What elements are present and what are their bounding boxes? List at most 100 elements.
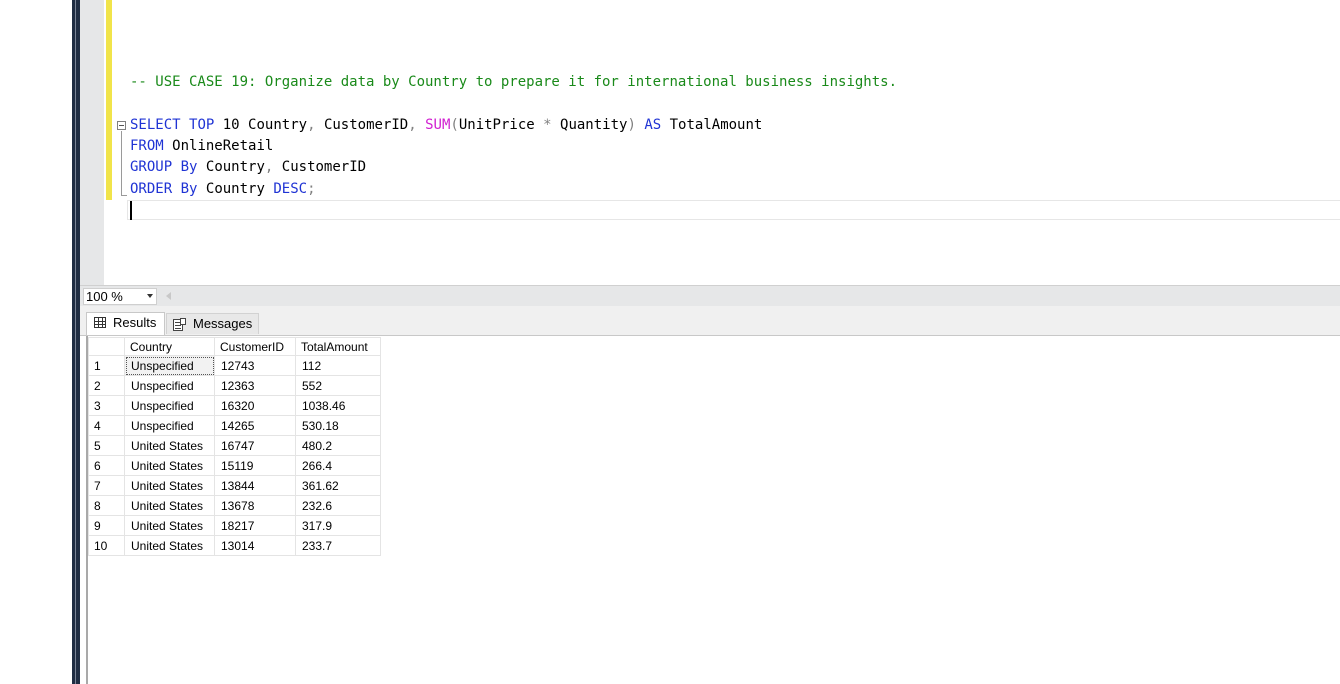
zoom-bar: 100 % bbox=[80, 285, 1340, 307]
function-name: SUM bbox=[425, 117, 451, 133]
chevron-down-icon[interactable] bbox=[147, 294, 153, 298]
row-number[interactable]: 3 bbox=[88, 395, 125, 416]
cell-country[interactable]: United States bbox=[124, 475, 215, 496]
cell-totalamount[interactable]: 233.7 bbox=[295, 535, 381, 556]
change-indicator-bar bbox=[106, 0, 112, 200]
tab-results[interactable]: Results bbox=[86, 312, 165, 335]
row-number[interactable]: 7 bbox=[88, 475, 125, 496]
punctuation: , bbox=[408, 117, 417, 133]
column-header-customerid[interactable]: CustomerID bbox=[214, 337, 296, 356]
cell-country[interactable]: United States bbox=[124, 495, 215, 516]
table-row[interactable]: 6 United States 15119 266.4 bbox=[88, 455, 381, 476]
table-row[interactable]: 3 Unspecified 16320 1038.46 bbox=[88, 395, 381, 416]
identifier: TotalAmount bbox=[669, 117, 763, 133]
outline-line-end bbox=[121, 195, 127, 196]
cell-customerid[interactable]: 12743 bbox=[214, 355, 296, 376]
cell-country[interactable]: Unspecified bbox=[124, 395, 215, 416]
current-line-highlight bbox=[127, 200, 1340, 220]
row-number[interactable]: 6 bbox=[88, 455, 125, 476]
identifier: Country bbox=[248, 117, 308, 133]
cell-totalamount[interactable]: 530.18 bbox=[295, 415, 381, 436]
identifier: CustomerID bbox=[323, 117, 409, 133]
cell-totalamount[interactable]: 552 bbox=[295, 375, 381, 396]
table-row[interactable]: 9 United States 18217 317.9 bbox=[88, 515, 381, 536]
cell-customerid[interactable]: 13014 bbox=[214, 535, 296, 556]
window-border bbox=[72, 0, 80, 684]
sql-comment-line[interactable]: -- USE CASE 19: Organize data by Country… bbox=[130, 72, 897, 93]
cell-customerid[interactable]: 14265 bbox=[214, 415, 296, 436]
cell-customerid[interactable]: 13678 bbox=[214, 495, 296, 516]
table-row[interactable]: 8 United States 13678 232.6 bbox=[88, 495, 381, 516]
row-number[interactable]: 9 bbox=[88, 515, 125, 536]
row-number[interactable]: 8 bbox=[88, 495, 125, 516]
keyword: DESC bbox=[273, 181, 308, 197]
cell-country[interactable]: United States bbox=[124, 515, 215, 536]
results-grid[interactable]: Country CustomerID TotalAmount 1 Unspecif… bbox=[88, 337, 381, 556]
table-row[interactable]: 1 Unspecified 12743 112 bbox=[88, 355, 381, 376]
row-number[interactable]: 4 bbox=[88, 415, 125, 436]
cell-customerid[interactable]: 13844 bbox=[214, 475, 296, 496]
keyword: SELECT bbox=[130, 117, 181, 133]
keyword: GROUP bbox=[130, 159, 173, 175]
left-margin bbox=[0, 0, 72, 684]
cell-totalamount[interactable]: 1038.46 bbox=[295, 395, 381, 416]
editor-gutter bbox=[80, 0, 104, 285]
table-row[interactable]: 2 Unspecified 12363 552 bbox=[88, 375, 381, 396]
sql-order-line[interactable]: ORDER By Country DESC; bbox=[130, 179, 316, 200]
cell-customerid[interactable]: 15119 bbox=[214, 455, 296, 476]
tab-results-label: Results bbox=[113, 315, 157, 330]
zoom-dropdown[interactable]: 100 % bbox=[83, 288, 157, 305]
tab-messages[interactable]: Messages bbox=[166, 313, 259, 334]
row-number[interactable]: 1 bbox=[88, 355, 125, 376]
cell-country[interactable]: Unspecified bbox=[124, 415, 215, 436]
cell-country[interactable]: United States bbox=[124, 435, 215, 456]
sql-select-line[interactable]: SELECT TOP 10 Country, CustomerID, SUM(U… bbox=[130, 115, 762, 136]
number-literal: 10 bbox=[222, 117, 240, 133]
identifier: OnlineRetail bbox=[172, 138, 274, 154]
tab-messages-label: Messages bbox=[193, 316, 253, 331]
column-header-country[interactable]: Country bbox=[124, 337, 215, 356]
cell-customerid[interactable]: 12363 bbox=[214, 375, 296, 396]
sql-from-line[interactable]: FROM OnlineRetail bbox=[130, 136, 273, 157]
table-row[interactable]: 10 United States 13014 233.7 bbox=[88, 535, 381, 556]
cell-customerid[interactable]: 16320 bbox=[214, 395, 296, 416]
cell-totalamount[interactable]: 361.62 bbox=[295, 475, 381, 496]
cell-totalamount[interactable]: 266.4 bbox=[295, 455, 381, 476]
row-number[interactable]: 5 bbox=[88, 435, 125, 456]
cell-customerid[interactable]: 18217 bbox=[214, 515, 296, 536]
row-number[interactable]: 10 bbox=[88, 535, 125, 556]
cell-country[interactable]: United States bbox=[124, 535, 215, 556]
table-row[interactable]: 4 Unspecified 14265 530.18 bbox=[88, 415, 381, 436]
identifier: UnitPrice bbox=[458, 117, 535, 133]
grid-icon bbox=[94, 317, 106, 328]
table-row[interactable]: 5 United States 16747 480.2 bbox=[88, 435, 381, 456]
column-header-totalamount[interactable]: TotalAmount bbox=[295, 337, 381, 356]
keyword: By bbox=[180, 181, 198, 197]
zoom-value: 100 % bbox=[86, 289, 123, 304]
identifier: Country bbox=[205, 159, 265, 175]
punctuation: ) bbox=[627, 117, 636, 133]
punctuation: ; bbox=[307, 181, 316, 197]
result-tabs: Results Messages bbox=[80, 306, 1340, 336]
identifier: Quantity bbox=[560, 117, 628, 133]
cell-totalamount[interactable]: 317.9 bbox=[295, 515, 381, 536]
keyword: AS bbox=[644, 117, 662, 133]
sql-group-line[interactable]: GROUP By Country, CustomerID bbox=[130, 157, 366, 178]
cell-totalamount[interactable]: 480.2 bbox=[295, 435, 381, 456]
cell-totalamount[interactable]: 112 bbox=[295, 355, 381, 376]
cell-country[interactable]: Unspecified bbox=[124, 375, 215, 396]
punctuation: ( bbox=[450, 117, 459, 133]
cell-country[interactable]: Unspecified bbox=[124, 355, 215, 376]
cell-totalamount[interactable]: 232.6 bbox=[295, 495, 381, 516]
identifier: Country bbox=[205, 181, 265, 197]
scroll-left-icon[interactable] bbox=[166, 292, 171, 300]
outline-line bbox=[121, 131, 122, 195]
collapse-toggle-icon[interactable] bbox=[117, 121, 126, 130]
row-number[interactable]: 2 bbox=[88, 375, 125, 396]
row-number-header[interactable] bbox=[88, 337, 125, 356]
table-row[interactable]: 7 United States 13844 361.62 bbox=[88, 475, 381, 496]
text-caret bbox=[130, 201, 132, 220]
punctuation: , bbox=[307, 117, 316, 133]
cell-customerid[interactable]: 16747 bbox=[214, 435, 296, 456]
cell-country[interactable]: United States bbox=[124, 455, 215, 476]
